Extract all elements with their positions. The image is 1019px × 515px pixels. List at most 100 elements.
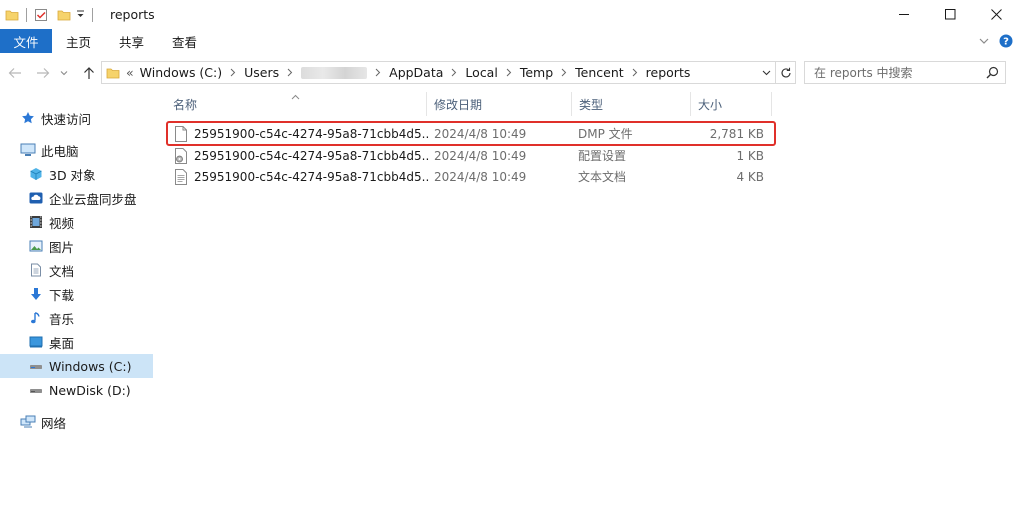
column-divider[interactable] (771, 92, 772, 116)
sidebar-item-network[interactable]: 网络 (0, 410, 153, 434)
search-box[interactable] (804, 61, 1006, 84)
sidebar-item-videos[interactable]: 视频 (0, 210, 153, 234)
picture-icon (28, 238, 44, 254)
tab-file[interactable]: 文件 (0, 29, 52, 53)
refresh-icon (780, 67, 791, 77)
file-name: 25951900-c54c-4274-95a8-71cbb4d5... (194, 148, 429, 163)
table-row[interactable]: 25951900-c54c-4274-95a8-71cbb4d5... 2024… (166, 121, 776, 146)
table-row[interactable]: 25951900-c54c-4274-95a8-71cbb4d5... 2024… (166, 145, 772, 166)
table-row[interactable]: 25951900-c54c-4274-95a8-71cbb4d5... 2024… (166, 166, 772, 187)
breadcrumb-reports[interactable]: reports (642, 65, 695, 80)
sidebar-item-label: Windows (C:) (49, 358, 132, 374)
minimize-icon (898, 14, 909, 15)
sidebar-item-label: 音乐 (49, 311, 75, 327)
breadcrumb-local[interactable]: Local (461, 65, 501, 80)
sidebar-item-label: 网络 (41, 415, 67, 431)
search-input[interactable] (814, 65, 974, 80)
breadcrumb-windows-c[interactable]: Windows (C:) (136, 65, 226, 80)
download-icon (28, 286, 44, 302)
chevron-right-icon[interactable] (557, 62, 571, 83)
video-icon (28, 214, 44, 230)
window-title: reports (110, 7, 155, 22)
toolbar-separator (26, 7, 27, 22)
address-bar[interactable]: « Windows (C:) Users AppData Local Temp … (101, 61, 796, 84)
chevron-right-icon[interactable] (447, 62, 461, 83)
sidebar-item-quick-access[interactable]: 快速访问 (0, 106, 153, 130)
sidebar-item-newdisk-d[interactable]: NewDisk (D:) (0, 378, 153, 402)
sidebar-item-label: 企业云盘同步盘 (49, 191, 137, 207)
sidebar-item-downloads[interactable]: 下载 (0, 282, 153, 306)
refresh-button[interactable] (775, 62, 795, 83)
maximize-button[interactable] (927, 0, 973, 29)
minimize-button[interactable] (881, 0, 927, 29)
sidebar-item-pictures[interactable]: 图片 (0, 234, 153, 258)
document-icon (28, 262, 44, 278)
sidebar-item-desktop[interactable]: 桌面 (0, 330, 153, 354)
sidebar-item-label: 文档 (49, 263, 75, 279)
close-button[interactable] (973, 0, 1019, 29)
folder-icon (106, 66, 120, 80)
file-type: 文本文档 (578, 170, 627, 184)
drive-icon (28, 358, 44, 374)
file-name: 25951900-c54c-4274-95a8-71cbb4d5... (194, 169, 429, 184)
chevron-right-icon[interactable] (283, 62, 297, 83)
drive-icon (28, 382, 44, 398)
column-header-date[interactable]: 修改日期 (427, 92, 571, 116)
up-button[interactable] (79, 60, 99, 85)
file-size: 4 KB (736, 169, 764, 184)
sidebar-item-this-pc[interactable]: 此电脑 (0, 138, 153, 162)
column-header-size[interactable]: 大小 (691, 92, 771, 116)
expand-ribbon-chevron-icon[interactable] (979, 36, 989, 46)
computer-icon (20, 142, 36, 158)
new-folder-icon[interactable] (57, 8, 71, 22)
breadcrumb-overflow[interactable]: « (124, 65, 136, 80)
file-name: 25951900-c54c-4274-95a8-71cbb4d5... (194, 126, 429, 141)
file-name-cell[interactable]: 25951900-c54c-4274-95a8-71cbb4d5... (174, 166, 429, 187)
tab-home[interactable]: 主页 (52, 29, 105, 53)
file-name-cell[interactable]: 25951900-c54c-4274-95a8-71cbb4d5... (174, 123, 429, 144)
chevron-right-icon[interactable] (371, 62, 385, 83)
tab-share[interactable]: 共享 (105, 29, 158, 53)
navigation-bar: « Windows (C:) Users AppData Local Temp … (0, 60, 1019, 85)
chevron-right-icon[interactable] (502, 62, 516, 83)
maximize-icon (944, 9, 955, 20)
sidebar-item-windows-c[interactable]: Windows (C:) (0, 354, 153, 378)
search-icon[interactable] (986, 66, 999, 79)
sidebar-item-3d-objects[interactable]: 3D 对象 (0, 162, 153, 186)
column-header-name[interactable]: 名称 (166, 92, 426, 116)
file-date: 2024/4/8 10:49 (434, 126, 527, 141)
help-icon[interactable]: ? (999, 34, 1013, 48)
sidebar-item-label: 桌面 (49, 335, 75, 351)
properties-check-icon[interactable] (34, 8, 48, 22)
sidebar-item-documents[interactable]: 文档 (0, 258, 153, 282)
back-button[interactable] (5, 60, 25, 85)
customize-toolbar-chevron-icon[interactable] (76, 10, 85, 19)
file-size: 1 KB (736, 148, 764, 163)
cube-icon (28, 166, 44, 182)
breadcrumb-appdata[interactable]: AppData (385, 65, 447, 80)
sidebar-item-cloud-sync[interactable]: 企业云盘同步盘 (0, 186, 153, 210)
blank-file-icon (175, 125, 187, 142)
address-history-button[interactable] (757, 62, 775, 83)
breadcrumb-users[interactable]: Users (240, 65, 283, 80)
breadcrumb: « Windows (C:) Users AppData Local Temp … (102, 62, 757, 83)
sidebar-item-music[interactable]: 音乐 (0, 306, 153, 330)
music-icon (28, 310, 44, 326)
forward-button[interactable] (33, 60, 53, 85)
navigation-pane: 快速访问 此电脑 3D 对象 企业云盘同步盘 视频 图片 文档 下载 音乐 桌面… (0, 92, 153, 515)
chevron-down-icon (762, 70, 770, 75)
cloud-drive-icon (28, 190, 44, 206)
column-header-type[interactable]: 类型 (572, 92, 690, 116)
tab-view[interactable]: 查看 (158, 29, 211, 53)
toolbar-separator (92, 7, 93, 22)
sidebar-item-label: 快速访问 (41, 111, 92, 127)
chevron-right-icon[interactable] (628, 62, 642, 83)
breadcrumb-tencent[interactable]: Tencent (571, 65, 628, 80)
chevron-right-icon[interactable] (226, 62, 240, 83)
sidebar-item-label: 视频 (49, 215, 75, 231)
breadcrumb-redacted-username[interactable] (301, 66, 368, 79)
quick-access-toolbar (0, 0, 100, 29)
recent-locations-button[interactable] (57, 60, 71, 85)
file-name-cell[interactable]: 25951900-c54c-4274-95a8-71cbb4d5... (174, 145, 429, 166)
breadcrumb-temp[interactable]: Temp (516, 65, 557, 80)
